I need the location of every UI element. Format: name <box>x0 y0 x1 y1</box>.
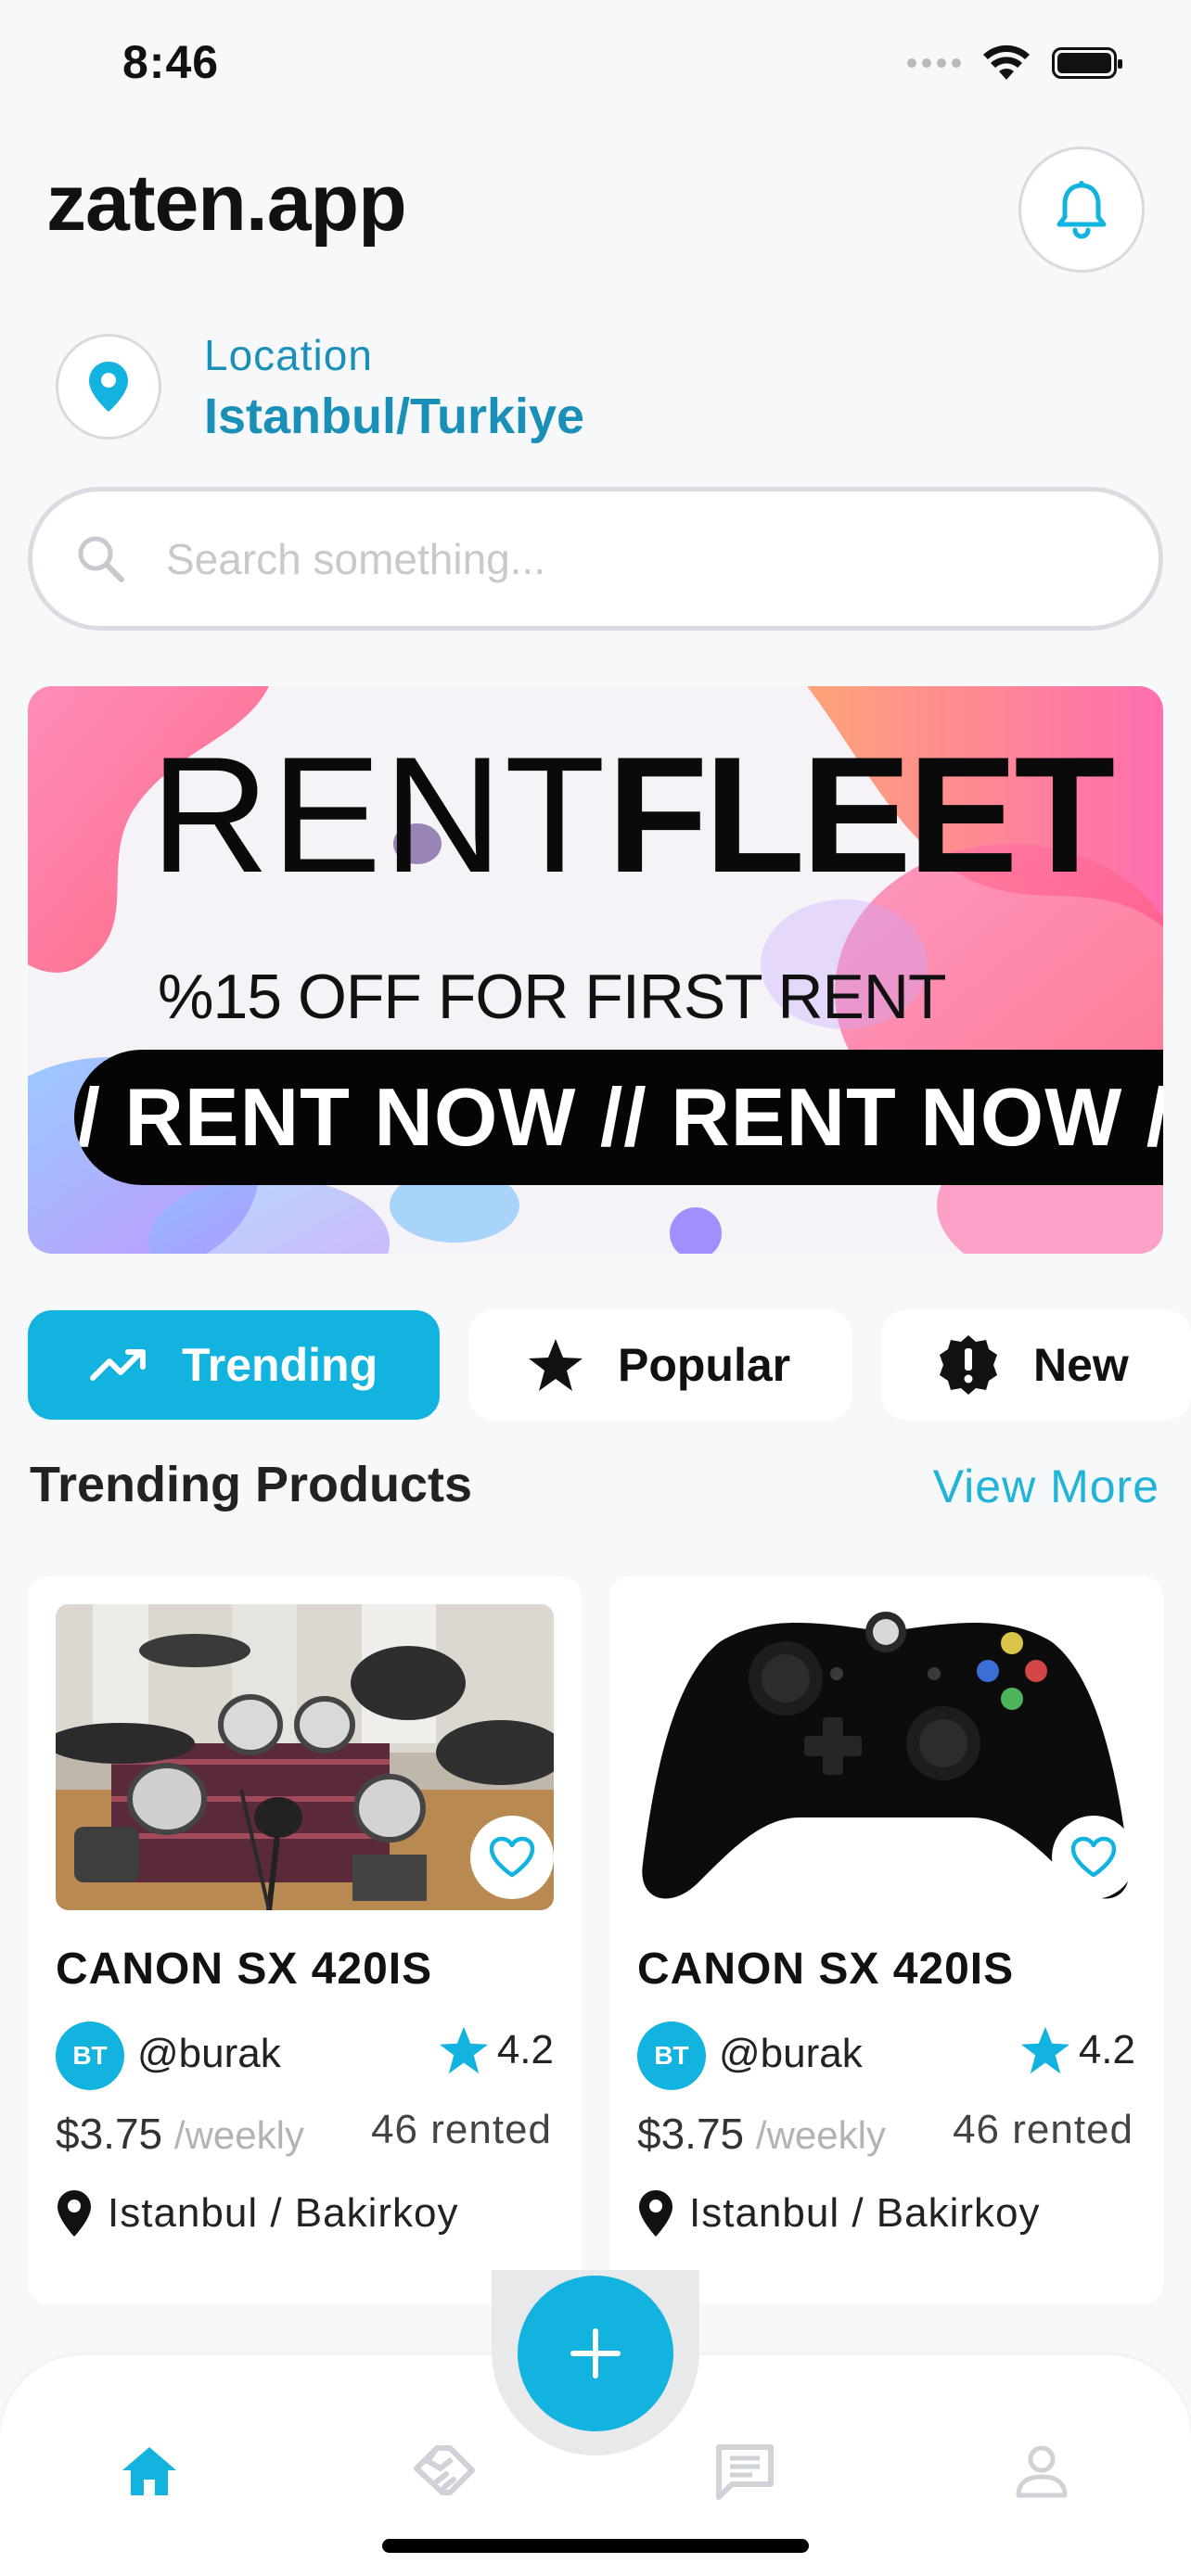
search-icon <box>78 536 124 582</box>
nav-profile[interactable] <box>1000 2429 1083 2513</box>
tab-label: Trending <box>182 1339 378 1391</box>
status-icons <box>907 45 1122 82</box>
home-icon <box>122 2447 176 2495</box>
home-indicator[interactable] <box>382 2539 809 2553</box>
bell-icon <box>1057 181 1107 239</box>
owner-username[interactable]: @burak <box>137 2031 281 2077</box>
nav-messages[interactable] <box>703 2429 787 2513</box>
wifi-icon <box>983 45 1030 80</box>
nav-home[interactable] <box>108 2429 191 2513</box>
banner-brand-light: RENT <box>150 722 608 907</box>
price-period: /weekly <box>755 2113 886 2157</box>
search-bar[interactable] <box>28 487 1163 631</box>
product-location: Istanbul / Bakirkoy <box>56 2188 459 2238</box>
banner-offer-text: %15 OFF FOR FIRST RENT <box>158 962 946 1032</box>
favorite-button[interactable] <box>470 1816 554 1899</box>
product-location: Istanbul / Bakirkoy <box>637 2188 1041 2238</box>
price: $3.75 /weekly <box>637 2109 886 2159</box>
battery-icon <box>1052 47 1122 79</box>
add-listing-button[interactable] <box>518 2276 673 2431</box>
product-card[interactable]: CANON SX 420IS BT @burak 4.2 $3.75 /week… <box>28 1576 582 2304</box>
nav-rentals[interactable] <box>403 2429 486 2513</box>
banner-brand-bold: FLEET <box>607 722 1116 907</box>
product-location-text: Istanbul / Bakirkoy <box>689 2190 1041 2236</box>
chat-icon <box>716 2444 774 2500</box>
banner-brand: RENTFLEET <box>150 720 1116 910</box>
profile-icon <box>1016 2445 1068 2498</box>
section-title: Trending Products <box>30 1457 473 1512</box>
avatar: BT <box>56 2021 124 2090</box>
promo-banner[interactable]: RENTFLEET %15 OFF FOR FIRST RENT // RENT… <box>28 686 1163 1254</box>
plus-icon <box>570 2328 621 2378</box>
notification-button[interactable] <box>1018 147 1145 273</box>
status-time: 8:46 <box>122 36 220 88</box>
rented-count: 46 rented <box>953 2107 1133 2152</box>
view-more-link[interactable]: View More <box>933 1460 1159 1513</box>
price-period: /weekly <box>173 2113 304 2157</box>
map-pin-icon <box>58 2190 91 2237</box>
map-pin-icon <box>639 2190 672 2237</box>
tab-label: Popular <box>618 1339 791 1391</box>
tab-popular[interactable]: Popular <box>469 1310 852 1420</box>
owner-username[interactable]: @burak <box>719 2031 863 2077</box>
banner-cta-text: // RENT NOW // RENT NOW // <box>74 1071 1163 1163</box>
star-icon <box>1020 2026 1069 2074</box>
heart-icon <box>489 1836 535 1878</box>
product-location-text: Istanbul / Bakirkoy <box>108 2190 459 2236</box>
tab-label: New <box>1033 1339 1129 1391</box>
location-value[interactable]: Istanbul/Turkiye <box>204 388 584 445</box>
trending-up-icon <box>89 1346 148 1384</box>
favorite-button[interactable] <box>1052 1816 1135 1899</box>
location-label: Location <box>204 331 373 379</box>
rating: 4.2 <box>1019 2025 1135 2075</box>
handshake-icon <box>414 2445 475 2495</box>
product-name: CANON SX 420IS <box>637 1945 1015 1994</box>
product-card[interactable]: CANON SX 420IS BT @burak 4.2 $3.75 /week… <box>609 1576 1163 2304</box>
tab-trending[interactable]: Trending <box>28 1310 440 1420</box>
rating-value: 4.2 <box>496 2027 554 2072</box>
star-icon <box>439 2026 488 2074</box>
rating-value: 4.2 <box>1078 2027 1135 2072</box>
signal-icon <box>907 58 961 68</box>
star-icon <box>527 1337 584 1393</box>
rented-count: 46 rented <box>371 2107 552 2152</box>
map-pin-icon <box>89 362 128 412</box>
product-name: CANON SX 420IS <box>56 1945 433 1994</box>
rating: 4.2 <box>438 2025 554 2075</box>
alert-badge-icon <box>937 1333 1000 1396</box>
tab-new[interactable]: New <box>881 1310 1191 1420</box>
app-title: zaten.app <box>46 159 407 248</box>
price-value: $3.75 <box>56 2110 163 2158</box>
avatar: BT <box>637 2021 706 2090</box>
heart-icon <box>1070 1836 1117 1878</box>
banner-cta-strip[interactable]: // RENT NOW // RENT NOW // <box>74 1050 1163 1185</box>
location-button[interactable] <box>56 334 161 440</box>
price: $3.75 /weekly <box>56 2109 304 2159</box>
price-value: $3.75 <box>637 2110 745 2158</box>
search-input[interactable] <box>166 533 1001 584</box>
